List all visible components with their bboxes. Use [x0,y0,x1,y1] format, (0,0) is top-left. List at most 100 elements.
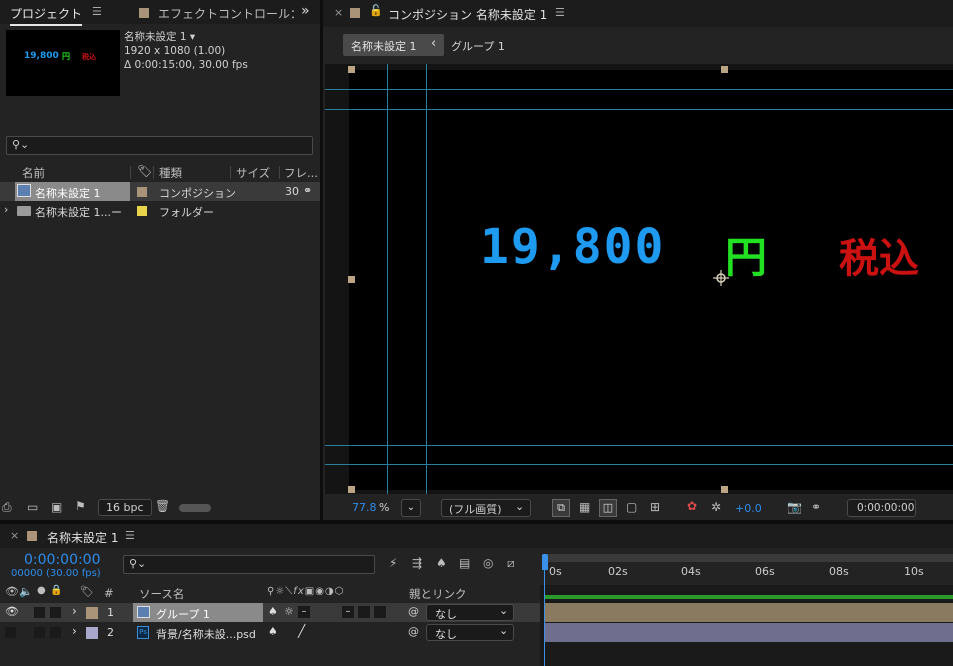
project-item-row[interactable]: 名称未設定 1 コンポジション 30 ⚭ [0,182,320,201]
color-channel-icon[interactable]: ✿ [687,499,697,513]
new-folder-icon[interactable]: ▭ [27,500,38,514]
eye-box[interactable] [5,627,16,638]
tab-composition[interactable]: コンポジション 名称未設定 1 [388,6,547,23]
layer-bar-group[interactable] [544,603,953,622]
current-time-display[interactable]: 0:00:00:00 [24,552,101,568]
region-of-interest-icon[interactable]: ▢ [626,500,637,514]
expand-chevron-icon[interactable]: › [72,604,77,618]
parent-dropdown[interactable]: なし ⌄ [426,624,514,641]
layer-bar-background[interactable] [544,623,953,642]
collapse-switch-icon[interactable]: ☼ [284,605,294,618]
comp-mini-flowchart-icon[interactable]: ⚡ [389,556,397,570]
pick-whip-icon[interactable]: @ [408,605,419,618]
bpc-button[interactable]: 16 bpc [98,499,152,516]
guide-line[interactable] [426,64,427,494]
time-ruler[interactable]: 0s 02s 04s 06s 08s 10s [540,552,953,584]
label-swatch[interactable] [86,607,98,619]
comp-info-name[interactable]: 名称未設定 1 ▾ [124,30,248,44]
timecode-field[interactable]: 0:00:00:00 [847,499,916,517]
video-visibility-icon[interactable]: 👁 [5,585,19,598]
parent-dropdown[interactable]: なし ⌄ [426,604,514,621]
lock-icon[interactable]: 🔓 [369,4,383,17]
comp-menu-icon[interactable]: ☰ [555,6,565,19]
layer-row[interactable]: 👁 › 1 グループ 1 ♠ ☼ – – @ なし ⌄ [0,603,540,622]
lock-box[interactable] [50,627,61,638]
guide-line[interactable] [325,464,953,465]
tax-text[interactable]: 税込 [839,226,919,284]
layer-handle[interactable] [348,486,355,493]
guide-line[interactable] [387,64,388,494]
switch-box[interactable]: – [342,606,354,618]
guides-options-icon[interactable]: ⊞ [650,500,660,514]
column-name[interactable]: 名前 [22,165,45,181]
column-source-name[interactable]: ソース名 [139,586,184,602]
layer-row[interactable]: › 2 Ps 背景/名称未設...psd ♠ ╱ @ なし ⌄ [0,623,540,642]
panel-overflow-icon[interactable]: » [301,3,310,19]
pick-whip-icon[interactable]: @ [408,625,419,638]
layer-handle[interactable] [348,276,355,283]
exposure-value[interactable]: +0.0 [735,502,762,515]
close-icon[interactable]: × [334,6,343,19]
project-menu-icon[interactable]: ☰ [92,5,102,18]
interpret-footage-icon[interactable]: ⎙ [2,500,12,515]
layer-name[interactable]: グループ 1 [156,606,210,622]
label-swatch[interactable] [86,627,98,639]
switches-header-icons[interactable]: ⚲☼⟍fx▣◉◑⬡ [267,586,344,597]
column-parent-link[interactable]: 親とリンク [409,586,467,602]
expand-chevron-icon[interactable]: › [72,624,77,638]
label-tag-icon[interactable]: 🏷 [137,164,152,178]
label-tag-icon[interactable]: 🏷 [80,585,94,598]
guide-line[interactable] [325,445,953,446]
panel-divider[interactable] [320,0,323,520]
mask-visibility-icon[interactable]: ◫ [599,499,617,517]
eye-icon[interactable]: 👁 [5,605,19,618]
playhead[interactable] [542,554,548,570]
show-snapshot-icon[interactable]: ⚭ [811,500,821,514]
motion-blur-icon[interactable]: ◎ [483,556,493,570]
solo-box[interactable] [34,607,45,618]
comp-work-area-bar[interactable] [544,595,953,599]
quality-switch[interactable]: – [298,606,310,618]
playhead-line[interactable] [544,568,545,666]
lock-box[interactable] [50,607,61,618]
graph-editor-icon[interactable]: ⧄ [507,556,515,571]
quality-switch-icon[interactable]: ╱ [298,624,305,638]
breadcrumb-group-label[interactable]: グループ 1 [451,38,505,54]
column-size[interactable]: サイズ [236,165,270,181]
zoom-dropdown[interactable]: ⌄ [401,499,421,517]
render-queue-icon[interactable]: ⚑ [75,499,86,513]
layer-handle[interactable] [721,66,728,73]
switch-box[interactable] [358,606,370,618]
shy-layers-icon[interactable]: ♠ [436,556,447,570]
work-area-bar[interactable] [542,554,953,562]
switch-box[interactable] [374,606,386,618]
transparency-grid-icon[interactable]: ▦ [579,500,590,514]
tab-effect-controls[interactable]: エフェクトコントロール： [158,5,298,22]
thumbnail-size-slider[interactable] [179,504,211,512]
close-icon[interactable]: × [10,529,19,542]
snapshot-camera-icon[interactable]: 📷 [787,500,802,514]
solo-icon[interactable]: ● [37,585,46,596]
timeline-menu-icon[interactable]: ☰ [125,529,135,542]
solo-box[interactable] [34,627,45,638]
draft-3d-icon[interactable]: ⇶ [412,556,422,570]
breadcrumb-comp-button[interactable]: 名称未設定 1 ‹ [343,34,444,56]
project-item-row[interactable]: › 名称未設定 1...ー フォルダー [0,201,320,220]
layer-name[interactable]: 背景/名称未設...psd [156,626,256,642]
price-text[interactable]: 19,800 [480,219,665,275]
timeline-search-input[interactable]: ⚲⌄ [123,555,375,574]
shy-switch-icon[interactable]: ♠ [268,605,278,618]
new-composition-icon[interactable]: ▣ [51,500,62,514]
resolution-dropdown[interactable]: (フル画質) ⌄ [441,499,531,517]
lock-icon[interactable]: 🔒 [50,585,62,596]
yen-text[interactable]: 円 [725,224,767,285]
zoom-value[interactable]: 77.8 [352,501,377,514]
frame-blending-icon[interactable]: ▤ [459,556,470,570]
column-frame[interactable]: フレ... [284,165,318,181]
trash-icon[interactable]: 🗑 [155,499,170,513]
expand-chevron-icon[interactable]: › [4,203,8,216]
flowchart-icon[interactable]: ⚭ [303,184,312,197]
reset-exposure-icon[interactable]: ✲ [711,500,721,514]
guide-line[interactable] [325,89,953,90]
anchor-point-icon[interactable] [713,270,729,286]
